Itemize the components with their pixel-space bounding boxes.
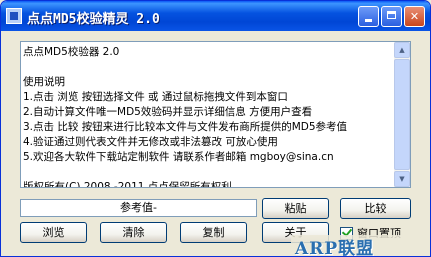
app-icon[interactable] [6, 8, 22, 24]
close-icon: ✕ [409, 10, 420, 23]
info-text: 点点MD5校验器 2.0 使用说明 1.点击 浏览 按钮选择文件 或 通过鼠标拖拽文… [21, 42, 394, 188]
window-title: 点点MD5校验精灵 2.0 [27, 12, 160, 27]
paste-button[interactable]: 粘贴 [262, 198, 329, 219]
info-line: 使用说明 [23, 76, 65, 88]
minimize-icon [365, 19, 372, 22]
info-line: 3.点击 比较 按钮来进行比较本文件与文件发布商所提供的MD5参考值 [23, 121, 348, 133]
app-window: 点点MD5校验精灵 2.0 ✕ 点点MD5校验器 2.0 使用说明 1.点击 浏览 … [0, 0, 431, 257]
info-line: 点点MD5校验器 2.0 [23, 46, 120, 58]
scroll-down-icon[interactable]: ▼ [394, 171, 410, 187]
info-line [23, 165, 394, 180]
info-line [23, 60, 394, 75]
clear-button[interactable]: 清除 [100, 222, 167, 243]
info-line: 4.验证通过则代表文件并无修改或非法篡改 可放心使用 [23, 136, 278, 148]
copy-button[interactable]: 复制 [180, 222, 247, 243]
maximize-icon [387, 11, 396, 19]
browse-button[interactable]: 浏览 [20, 222, 87, 243]
scroll-up-icon[interactable]: ▲ [394, 42, 410, 58]
scroll-thumb[interactable] [394, 59, 410, 170]
watermark-logo: ARP联盟 [295, 239, 375, 257]
title-bar[interactable]: 点点MD5校验精灵 2.0 ✕ [1, 1, 430, 31]
info-line: 1.点击 浏览 按钮选择文件 或 通过鼠标拖拽文件到本窗口 [23, 91, 288, 103]
minimize-button[interactable] [358, 6, 379, 27]
info-line: 2.自动计算文件唯一MD5效验码并显示详细信息 方便用户查看 [23, 106, 313, 118]
compare-button[interactable]: 比较 [340, 198, 411, 219]
info-line: 5.欢迎各大软件下载站定制软件 请联系作者邮箱 mgboy@sina.cn [23, 151, 334, 163]
vertical-scrollbar[interactable]: ▲ ▼ [394, 42, 410, 187]
reference-value-input[interactable]: 参考值- [20, 199, 257, 217]
maximize-button[interactable] [381, 6, 402, 27]
info-line: 版权所有(C) 2008 -2011 点点保留所有权利 [23, 181, 232, 188]
close-button[interactable]: ✕ [404, 6, 425, 27]
info-textarea[interactable]: 点点MD5校验器 2.0 使用说明 1.点击 浏览 按钮选择文件 或 通过鼠标拖拽文… [20, 41, 411, 188]
